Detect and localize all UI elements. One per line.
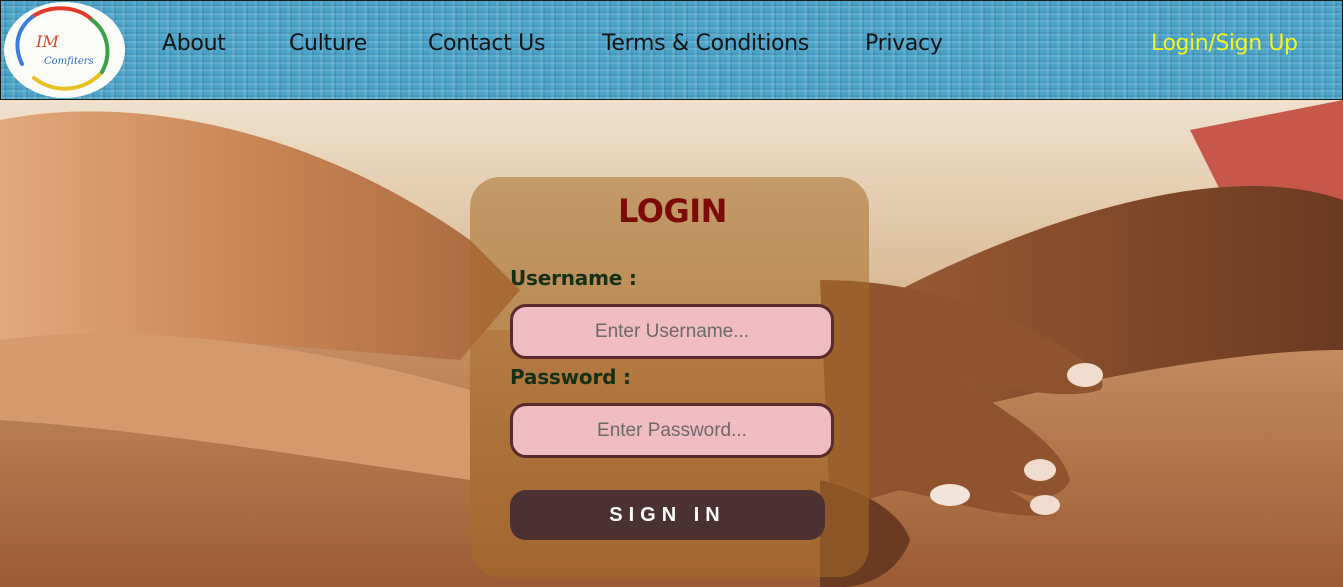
top-navigation-bar: IM Comfiters About Culture Contact Us Te… [0, 0, 1343, 100]
password-label: Password : [510, 365, 631, 389]
login-card: LOGIN Username : Password : SIGN IN [470, 177, 869, 577]
login-signup-link[interactable]: Login/Sign Up [1151, 31, 1298, 56]
username-label: Username : [510, 266, 637, 290]
username-input[interactable] [510, 304, 834, 359]
company-logo[interactable]: IM Comfiters [4, 2, 125, 98]
password-input[interactable] [510, 403, 834, 458]
nav-link-privacy[interactable]: Privacy [865, 31, 943, 56]
nav-link-contact-us[interactable]: Contact Us [428, 31, 545, 56]
login-title: LOGIN [618, 192, 727, 230]
logo-text-top: IM [35, 32, 59, 51]
nav-link-terms-conditions[interactable]: Terms & Conditions [602, 31, 809, 56]
nav-link-about[interactable]: About [162, 31, 226, 56]
logo-text-bottom: Comfiters [44, 56, 94, 67]
nav-link-culture[interactable]: Culture [289, 31, 367, 56]
logo-icon: IM Comfiters [15, 6, 110, 91]
sign-in-button[interactable]: SIGN IN [510, 490, 825, 540]
